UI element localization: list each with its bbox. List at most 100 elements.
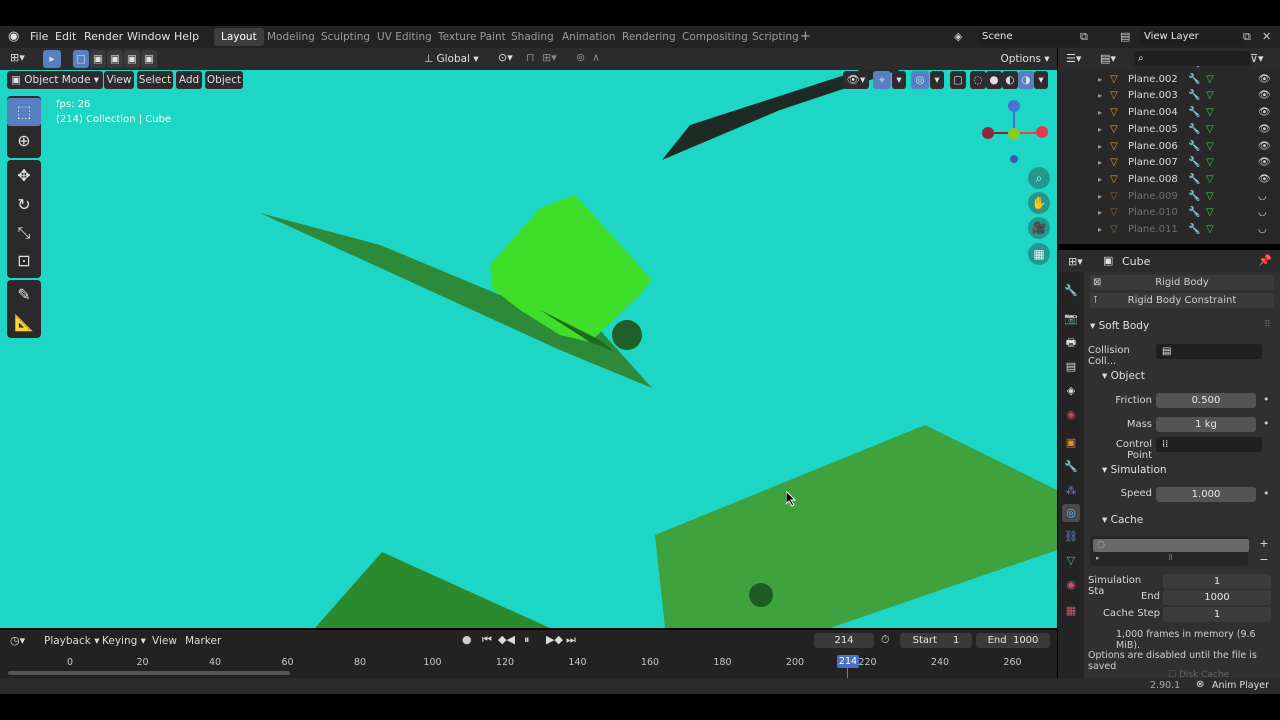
- simulation-subpanel-header[interactable]: ▾ Simulation: [1102, 464, 1167, 476]
- shading-rendered-button[interactable]: ◑: [1018, 71, 1034, 89]
- expand-arrow-icon[interactable]: ▸: [1098, 171, 1102, 188]
- annotate-tool[interactable]: ✎: [7, 281, 41, 309]
- rigid-body-button[interactable]: ⊠ Rigid Body: [1090, 275, 1274, 290]
- end-field[interactable]: 1000: [1163, 590, 1271, 605]
- visibility-eye-icon[interactable]: 👁: [1258, 154, 1271, 171]
- visibility-eye-icon[interactable]: ◡: [1258, 188, 1267, 205]
- select-mode-new-button[interactable]: □: [73, 50, 89, 68]
- select-box-tool[interactable]: ⬚: [7, 98, 41, 126]
- falloff-icon[interactable]: ∧: [592, 51, 600, 64]
- output-tab-icon[interactable]: 🖶: [1062, 334, 1080, 352]
- speed-field[interactable]: 1.000: [1156, 487, 1256, 502]
- outliner-search-input[interactable]: ⌕: [1134, 51, 1250, 66]
- shading-material-button[interactable]: ◐: [1002, 71, 1018, 89]
- tab-sculpting[interactable]: Sculpting: [314, 28, 377, 46]
- list-expand-icon[interactable]: ▸: [1096, 554, 1100, 562]
- playhead-marker[interactable]: 214: [837, 655, 859, 668]
- outliner-editor-type-icon[interactable]: ☰▾: [1066, 52, 1081, 65]
- simulation-start-field[interactable]: 1: [1163, 574, 1271, 589]
- measure-tool[interactable]: 📐: [7, 309, 41, 337]
- outliner-row[interactable]: ▸ ▽ Plane.005 🔧 ▽ 👁: [1058, 121, 1280, 138]
- mass-field[interactable]: 1 kg: [1156, 417, 1256, 432]
- editor-type-icon[interactable]: ⊞▾: [10, 51, 25, 64]
- view-layer-tab-icon[interactable]: ▤: [1062, 358, 1080, 376]
- navigation-gizmo[interactable]: [977, 95, 1057, 175]
- object-subpanel-header[interactable]: ▾ Object: [1102, 370, 1145, 382]
- visibility-eye-icon[interactable]: 👁: [1258, 71, 1271, 88]
- view-layer-field[interactable]: View Layer: [1140, 29, 1242, 45]
- outliner-row[interactable]: ▸ ▽ Plane.006 🔧 ▽ 👁: [1058, 138, 1280, 155]
- pin-icon[interactable]: 📌: [1258, 254, 1272, 267]
- tab-scripting[interactable]: Scripting: [745, 28, 806, 46]
- visibility-eye-icon[interactable]: 👁: [1258, 171, 1271, 188]
- control-point-field[interactable]: ⁞⁞: [1156, 437, 1262, 452]
- visibility-eye-icon[interactable]: 👁: [1258, 87, 1271, 104]
- expand-arrow-icon[interactable]: ▸: [1098, 221, 1102, 238]
- menu-file[interactable]: File: [30, 26, 48, 48]
- snap-target-icon[interactable]: ⊞▾: [542, 51, 557, 64]
- cache-step-field[interactable]: 1: [1163, 607, 1271, 622]
- outliner-row[interactable]: ▸ ▽ Plane.009 🔧 ▽ ◡: [1058, 188, 1280, 205]
- cache-subpanel-header[interactable]: ▾ Cache: [1102, 514, 1143, 526]
- snap-icon[interactable]: ⊓: [526, 51, 535, 64]
- rotate-tool[interactable]: ↻: [7, 191, 41, 219]
- object-data-tab-icon[interactable]: ▽: [1062, 552, 1080, 570]
- expand-arrow-icon[interactable]: ▸: [1098, 71, 1102, 88]
- friction-keyframe-dot[interactable]: •: [1263, 393, 1270, 406]
- proportional-edit-icon[interactable]: ⊚: [576, 51, 585, 64]
- tab-animation[interactable]: Animation: [555, 28, 623, 46]
- visibility-eye-icon[interactable]: 👁: [1258, 104, 1271, 121]
- orientation-dropdown[interactable]: ⊥ Global ▾: [424, 50, 490, 68]
- outliner-row[interactable]: ▸ ▽ Plane.003 🔧 ▽ 👁: [1058, 87, 1280, 104]
- rigid-body-constraint-button[interactable]: ⊺ Rigid Body Constraint: [1090, 293, 1274, 308]
- collision-collection-field[interactable]: ▤: [1156, 344, 1262, 359]
- friction-field[interactable]: 0.500: [1156, 393, 1256, 408]
- transform-tool[interactable]: ⊡: [7, 247, 41, 275]
- panel-drag-handle-icon[interactable]: ⠿: [1264, 320, 1271, 330]
- pivot-icon[interactable]: ⊙▾: [498, 51, 513, 64]
- properties-editor-type-icon[interactable]: ⊞▾: [1068, 255, 1083, 268]
- blender-logo-icon[interactable]: ◉: [8, 26, 19, 48]
- camera-view-icon[interactable]: 🎥: [1028, 217, 1050, 239]
- particles-tab-icon[interactable]: ⁂: [1062, 482, 1080, 500]
- speed-keyframe-dot[interactable]: •: [1263, 487, 1270, 500]
- expand-arrow-icon[interactable]: ▸: [1098, 104, 1102, 121]
- options-dropdown[interactable]: Options ▾: [998, 50, 1052, 68]
- tab-texture-paint[interactable]: Texture Paint: [431, 28, 513, 46]
- render-tab-icon[interactable]: 📷: [1062, 310, 1080, 328]
- remove-cache-button[interactable]: −: [1257, 553, 1271, 566]
- visibility-dropdown[interactable]: 👁▾: [843, 71, 869, 89]
- visibility-eye-icon[interactable]: 👁: [1258, 138, 1271, 155]
- view-layer-icon[interactable]: ▤: [1120, 26, 1130, 48]
- perspective-grid-icon[interactable]: ▦: [1028, 243, 1050, 265]
- expand-arrow-icon[interactable]: ▸: [1098, 188, 1102, 205]
- copy-scene-icon[interactable]: ⧉: [1080, 26, 1088, 48]
- display-mode-icon[interactable]: ▤▾: [1100, 52, 1116, 65]
- expand-arrow-icon[interactable]: ▸: [1098, 121, 1102, 138]
- expand-arrow-icon[interactable]: ▸: [1098, 204, 1102, 221]
- visibility-eye-icon[interactable]: ◡: [1258, 221, 1267, 238]
- modifier-tab-icon[interactable]: 🔧: [1062, 458, 1080, 476]
- menu-edit[interactable]: Edit: [55, 26, 76, 48]
- copy-view-layer-icon[interactable]: ⧉: [1243, 26, 1251, 48]
- expand-arrow-icon[interactable]: ▸: [1098, 138, 1102, 155]
- scene-name-field[interactable]: Scene: [978, 29, 1080, 45]
- select-mode-intersect-button[interactable]: ▣: [124, 50, 140, 68]
- visibility-eye-icon[interactable]: ◡: [1258, 204, 1267, 221]
- select-mode-extend-button[interactable]: ▣: [90, 50, 106, 68]
- zoom-icon[interactable]: ⌕: [1028, 167, 1050, 189]
- tab-uv-editing[interactable]: UV Editing: [370, 28, 439, 46]
- object-mode-dropdown[interactable]: ▣ Object Mode ▾: [7, 71, 103, 89]
- scene-icon[interactable]: ◈: [954, 26, 962, 48]
- select-tool-button[interactable]: ▸: [43, 50, 61, 68]
- view-menu[interactable]: View: [104, 71, 134, 89]
- menu-help[interactable]: Help: [174, 26, 199, 48]
- soft-body-panel-header[interactable]: ▾ Soft Body: [1090, 320, 1149, 332]
- expand-arrow-icon[interactable]: ▸: [1098, 154, 1102, 171]
- cursor-tool[interactable]: ⊕: [7, 127, 41, 155]
- scale-tool[interactable]: ⤡: [7, 219, 41, 247]
- visibility-eye-icon[interactable]: 👁: [1258, 121, 1271, 138]
- tab-shading[interactable]: Shading: [504, 28, 561, 46]
- texture-tab-icon[interactable]: ▦: [1062, 602, 1080, 620]
- object-menu[interactable]: Object: [205, 71, 243, 89]
